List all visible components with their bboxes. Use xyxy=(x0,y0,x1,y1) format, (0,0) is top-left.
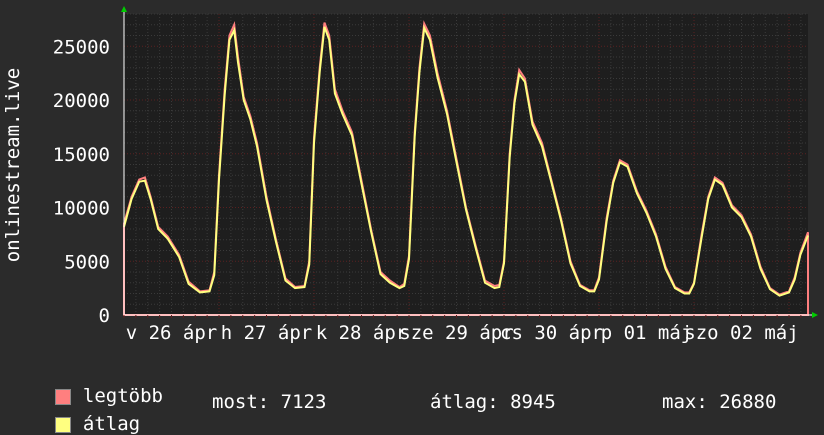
x-tick-label: sze 29 ápr xyxy=(399,322,513,344)
y-tick-label: 10000 xyxy=(53,198,110,220)
x-tick-label: v 26 ápr xyxy=(126,322,218,344)
legend-avg: átlag xyxy=(32,391,140,435)
stat-average: átlag: 8945 xyxy=(430,391,556,413)
legend-avg-label: átlag xyxy=(82,413,141,435)
stat-max: max: 26880 xyxy=(662,391,777,413)
x-axis-arrow-icon xyxy=(812,312,818,318)
y-tick-label: 25000 xyxy=(53,36,110,58)
y-tick-label: 20000 xyxy=(53,90,110,112)
x-tick-label: szo 02 máj xyxy=(684,322,798,344)
legend-avg-swatch xyxy=(54,416,71,433)
y-axis-arrow-icon xyxy=(121,6,127,12)
y-tick-label: 5000 xyxy=(64,251,110,273)
stat-current: most: 7123 xyxy=(212,391,327,413)
y-tick-label: 15000 xyxy=(53,144,110,166)
x-tick-label: h 27 ápr xyxy=(221,322,313,344)
x-tick-label: k 28 ápr xyxy=(316,322,408,344)
x-tick-label: cs 30 ápr xyxy=(500,322,603,344)
y-axis-label: onlinestream.live xyxy=(2,68,24,262)
x-tick-label: p 01 máj xyxy=(601,322,693,344)
y-tick-label: 0 xyxy=(99,305,110,327)
